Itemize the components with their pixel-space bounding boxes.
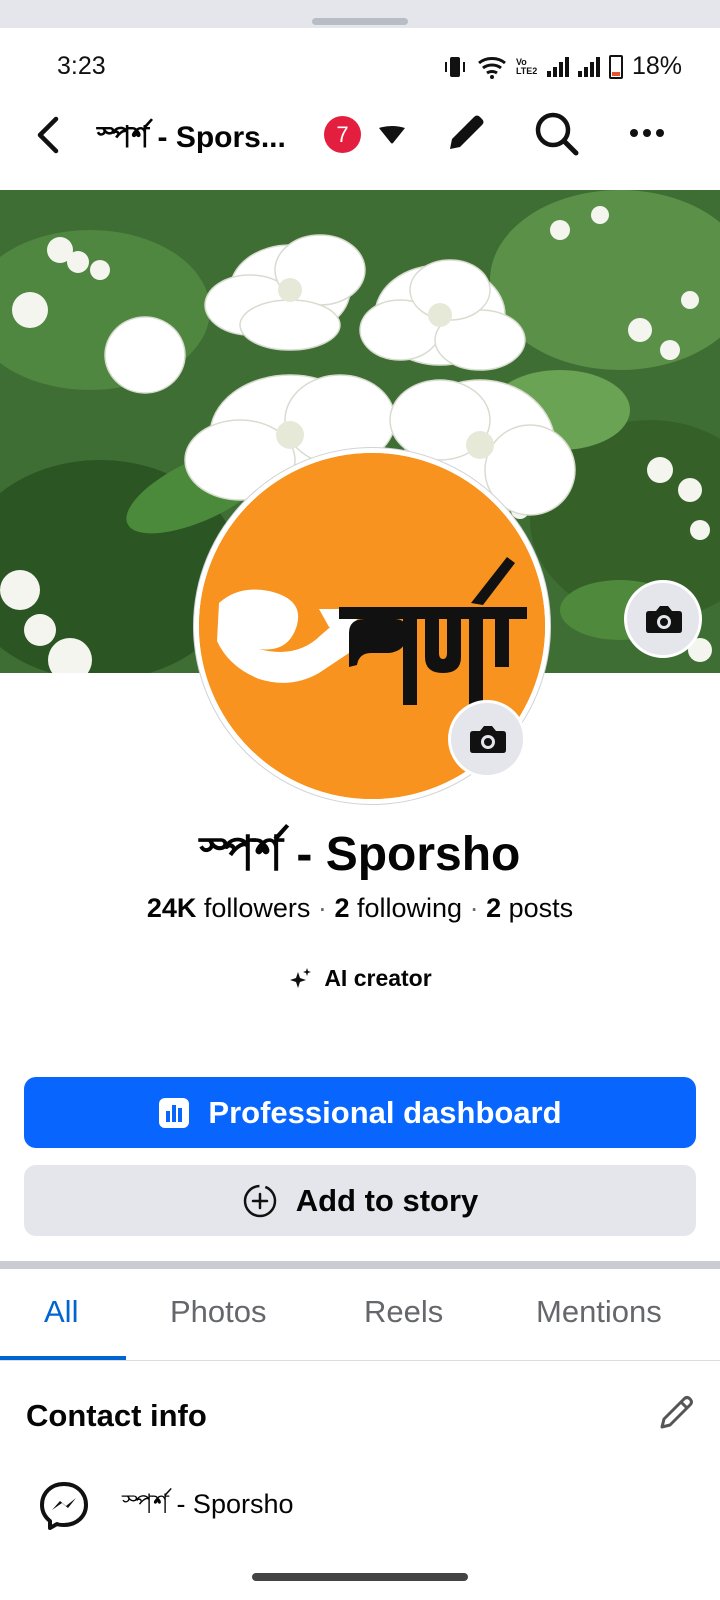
- followers-count[interactable]: 24K: [147, 893, 197, 923]
- profile-stats: 24K followers · 2 following · 2 posts: [0, 893, 720, 924]
- volte-label: Vo LTE2: [515, 56, 538, 76]
- home-gesture-bar[interactable]: [252, 1573, 468, 1581]
- professional-dashboard-button[interactable]: Professional dashboard: [24, 1077, 696, 1148]
- search-icon[interactable]: [530, 107, 582, 159]
- following-count[interactable]: 2: [334, 893, 349, 923]
- signal-icon: [546, 56, 569, 77]
- pencil-icon[interactable]: [440, 107, 492, 159]
- more-icon[interactable]: [621, 107, 673, 159]
- add-to-story-label: Add to story: [295, 1182, 479, 1218]
- ai-creator-label: AI creator: [324, 965, 432, 991]
- notification-badge[interactable]: 7: [324, 116, 361, 153]
- system-top-strip: [0, 0, 720, 28]
- sparkle-icon: [290, 967, 312, 988]
- tab-reels[interactable]: Reels: [364, 1294, 443, 1330]
- section-divider: [0, 1261, 720, 1269]
- cover-camera-button[interactable]: [624, 580, 702, 658]
- posts-label[interactable]: posts: [509, 893, 574, 923]
- wifi-icon: [477, 56, 506, 79]
- messenger-contact-name: স্পর্শ - Sporsho: [122, 1488, 294, 1519]
- signal-icon: [577, 56, 600, 77]
- messenger-contact-row[interactable]: স্পর্শ - Sporsho: [38, 1480, 294, 1532]
- camera-icon: [470, 726, 506, 753]
- tab-all[interactable]: All: [44, 1294, 78, 1330]
- back-arrow-icon[interactable]: [30, 111, 66, 159]
- status-bar: 3:23 Vo LTE2 18%: [0, 28, 720, 83]
- camera-icon: [646, 606, 682, 633]
- ai-creator-badge[interactable]: AI creator: [0, 965, 720, 992]
- vibrate-icon: [444, 56, 465, 77]
- stats-separator: ·: [317, 893, 327, 923]
- status-time: 3:23: [57, 52, 106, 80]
- battery-percent: 18%: [631, 52, 682, 80]
- add-to-story-button[interactable]: Add to story: [24, 1165, 696, 1236]
- dashboard-icon: [159, 1097, 190, 1128]
- status-icons: Vo LTE2 18%: [442, 52, 682, 81]
- tab-mentions[interactable]: Mentions: [536, 1294, 662, 1330]
- page-title[interactable]: স্পর্শ - Spors...: [97, 113, 286, 164]
- contact-info-heading: Contact info: [26, 1398, 207, 1433]
- profile-name: স্পর্শ - Sporsho: [199, 828, 521, 881]
- professional-dashboard-label: Professional dashboard: [208, 1094, 562, 1130]
- app-bar: স্পর্শ - Spors... 7: [0, 83, 720, 190]
- tab-photos[interactable]: Photos: [170, 1294, 267, 1330]
- edit-pencil-icon[interactable]: [654, 1391, 698, 1435]
- profile-tabs: All Photos Reels Mentions: [0, 1269, 720, 1361]
- notification-shade-handle[interactable]: [312, 18, 408, 25]
- add-circle-icon: [243, 1184, 276, 1217]
- caret-down-icon[interactable]: [377, 124, 407, 146]
- following-label[interactable]: following: [357, 893, 462, 923]
- posts-count[interactable]: 2: [486, 893, 501, 923]
- avatar-camera-button[interactable]: [448, 700, 526, 778]
- stats-separator: ·: [469, 893, 479, 923]
- active-tab-indicator: [0, 1356, 126, 1360]
- battery-icon: [608, 54, 623, 79]
- messenger-icon: [40, 1482, 88, 1530]
- followers-label[interactable]: followers: [204, 893, 311, 923]
